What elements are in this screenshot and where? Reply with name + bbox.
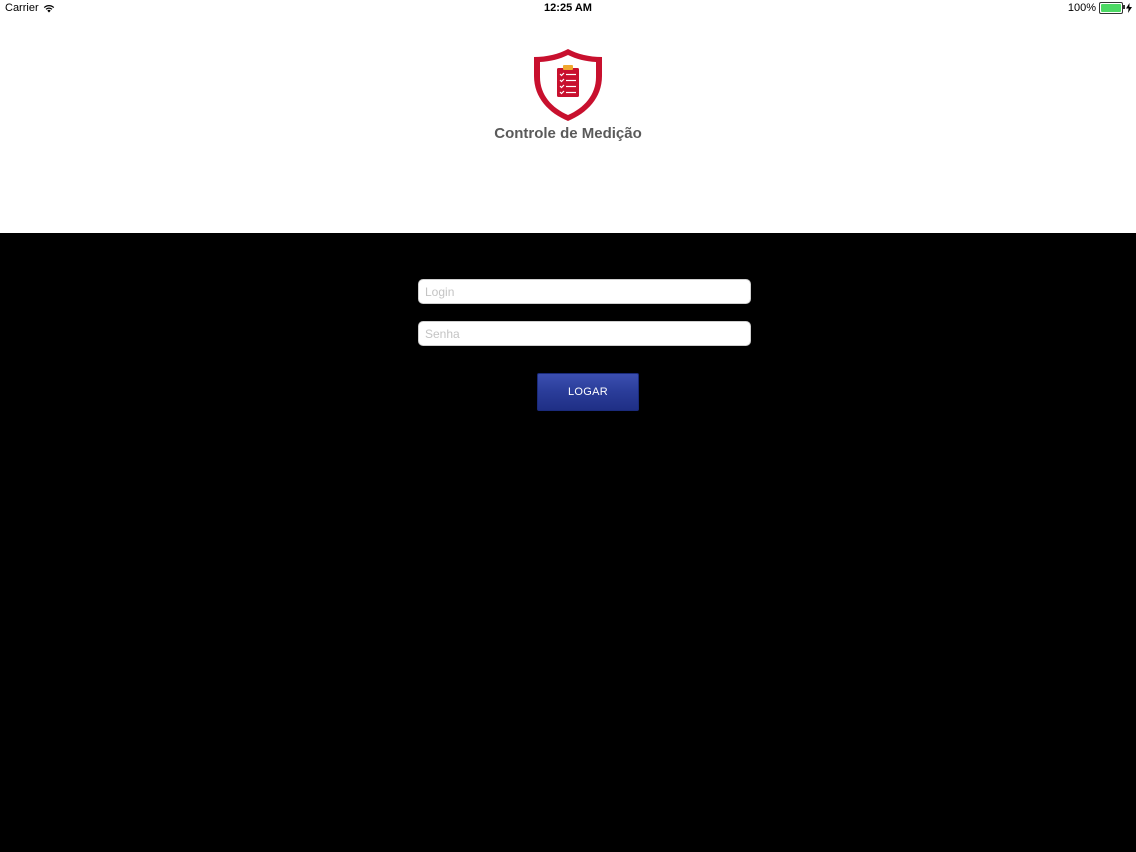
login-input[interactable] [418,279,751,304]
header: Carrier 12:25 AM 100% Controle de Mediçã… [0,0,1136,233]
status-time: 12:25 AM [544,2,592,14]
status-bar: Carrier 12:25 AM 100% [0,0,1136,18]
status-right: 100% [1068,2,1132,14]
battery-icon [1099,2,1125,14]
battery-fill [1101,4,1121,12]
battery-percent: 100% [1067,2,1096,14]
login-screen: Carrier 12:25 AM 100% Controle de Mediçã… [0,0,1136,852]
charging-bolt-icon [1126,3,1132,13]
app-title: Controle de Medição [494,125,642,142]
login-button[interactable]: LOGAR [537,373,639,411]
shield-clipboard-icon [534,49,602,121]
password-input[interactable] [418,321,751,346]
battery-tip [1123,5,1125,9]
